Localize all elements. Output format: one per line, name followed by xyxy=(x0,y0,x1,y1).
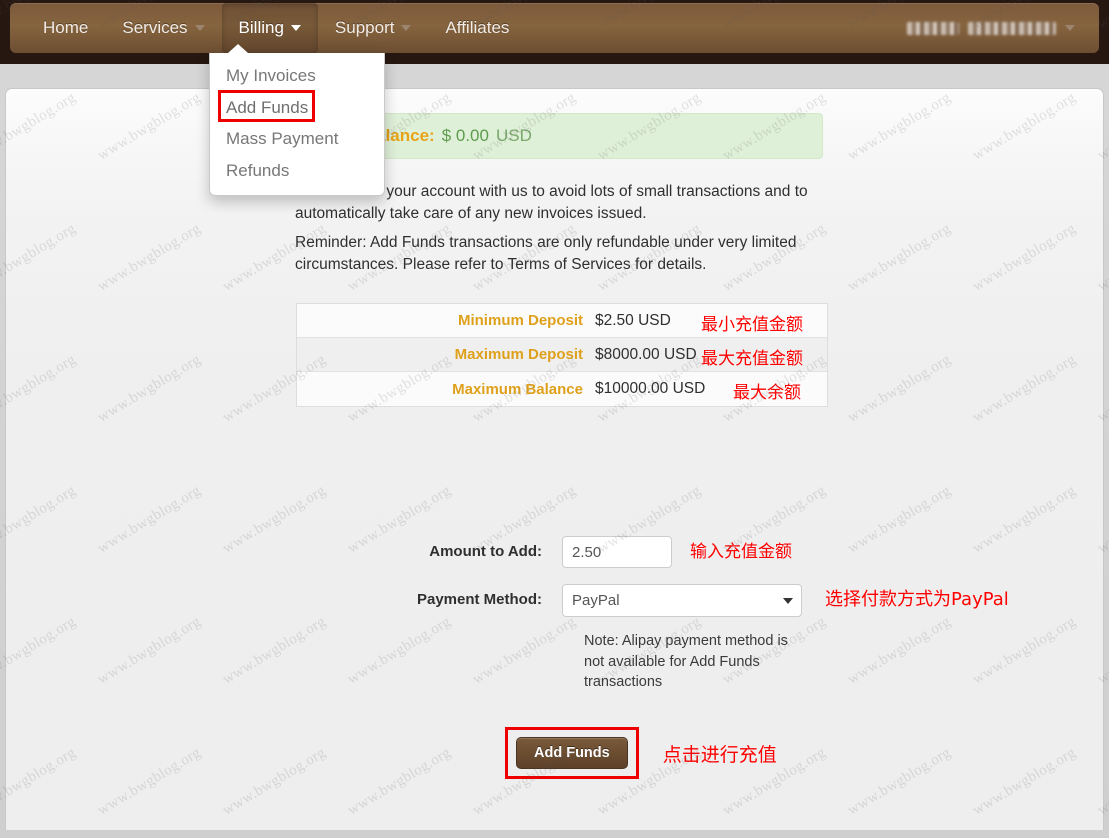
deposit-limits-table: Minimum Deposit $2.50 USD 最小充值金额 Maximum… xyxy=(296,303,828,407)
billing-dropdown-menu: My Invoices Add Funds Mass Payment Refun… xyxy=(209,44,385,196)
menu-item-my-invoices[interactable]: My Invoices xyxy=(210,60,384,92)
payment-method-select-wrapper: PayPal xyxy=(562,584,802,617)
nav-item-support[interactable]: Support xyxy=(318,3,429,53)
chevron-down-icon xyxy=(194,25,205,31)
chevron-down-icon xyxy=(1065,25,1075,31)
main-content-panel: Credit Balance: $ 0.00 USD Add funds to … xyxy=(5,88,1104,830)
limit-label: Maximum Balance xyxy=(452,380,583,398)
limit-label: Minimum Deposit xyxy=(457,312,583,329)
amount-input[interactable] xyxy=(562,536,672,568)
menu-item-refunds[interactable]: Refunds xyxy=(210,155,384,187)
chevron-down-icon xyxy=(401,25,412,31)
nav-label: Home xyxy=(43,18,89,37)
payment-method-row: Payment Method: PayPal 选择付款方式为PayPal xyxy=(296,584,1009,617)
amount-to-add-label: Amount to Add: xyxy=(429,543,542,560)
user-name-redacted xyxy=(907,21,959,35)
limit-value: $10000.00 USD xyxy=(595,380,706,397)
credit-balance-currency: USD xyxy=(495,126,532,145)
nav-links: Home Services Billing Support Affiliates xyxy=(26,3,526,53)
menu-item-add-funds[interactable]: Add Funds xyxy=(210,89,384,124)
annotation-submit: 点击进行充值 xyxy=(662,743,777,766)
annotation-amount: 输入充值金额 xyxy=(690,542,792,562)
payment-method-select[interactable]: PayPal xyxy=(562,584,802,617)
limit-value: $2.50 USD xyxy=(595,311,671,329)
annotation-max-balance: 最大余额 xyxy=(733,383,801,403)
limit-value: $8000.00 USD xyxy=(595,345,697,363)
submit-area: Add Funds 点击进行充值 xyxy=(505,727,777,779)
chevron-down-icon xyxy=(290,25,301,31)
reminder-paragraph: Reminder: Add Funds transactions are onl… xyxy=(295,234,797,273)
nav-item-services[interactable]: Services xyxy=(105,3,221,53)
user-email-redacted xyxy=(968,21,1056,35)
table-row: Maximum Balance $10000.00 USD 最大余额 xyxy=(297,372,827,406)
credit-balance-amount: $ 0.00 xyxy=(441,126,489,145)
nav-label: Services xyxy=(122,18,188,37)
nav-label: Affiliates xyxy=(445,18,510,37)
annotation-min-deposit: 最小充值金额 xyxy=(701,315,803,335)
add-funds-highlight-box: Add Funds xyxy=(505,727,639,779)
amount-to-add-row: Amount to Add: 输入充值金额 xyxy=(296,536,792,568)
menu-item-mass-payment[interactable]: Mass Payment xyxy=(210,123,384,155)
table-row: Maximum Deposit $8000.00 USD 最大充值金额 xyxy=(297,338,827,372)
add-funds-button[interactable]: Add Funds xyxy=(516,737,628,769)
alipay-note: Note: Alipay payment method is not avail… xyxy=(584,633,788,691)
table-row: Minimum Deposit $2.50 USD 最小充值金额 xyxy=(297,304,827,338)
payment-method-label: Payment Method: xyxy=(416,591,542,608)
nav-item-home[interactable]: Home xyxy=(26,3,105,53)
nav-item-affiliates[interactable]: Affiliates xyxy=(428,3,526,53)
annotation-max-deposit: 最大充值金额 xyxy=(701,349,803,369)
limit-label: Maximum Deposit xyxy=(454,346,583,363)
main-navbar: Home Services Billing Support Affiliates xyxy=(10,3,1099,53)
user-account-menu[interactable] xyxy=(907,3,1075,53)
annotation-payment-method: 选择付款方式为PayPal xyxy=(825,589,1009,610)
nav-label: Support xyxy=(334,18,395,37)
